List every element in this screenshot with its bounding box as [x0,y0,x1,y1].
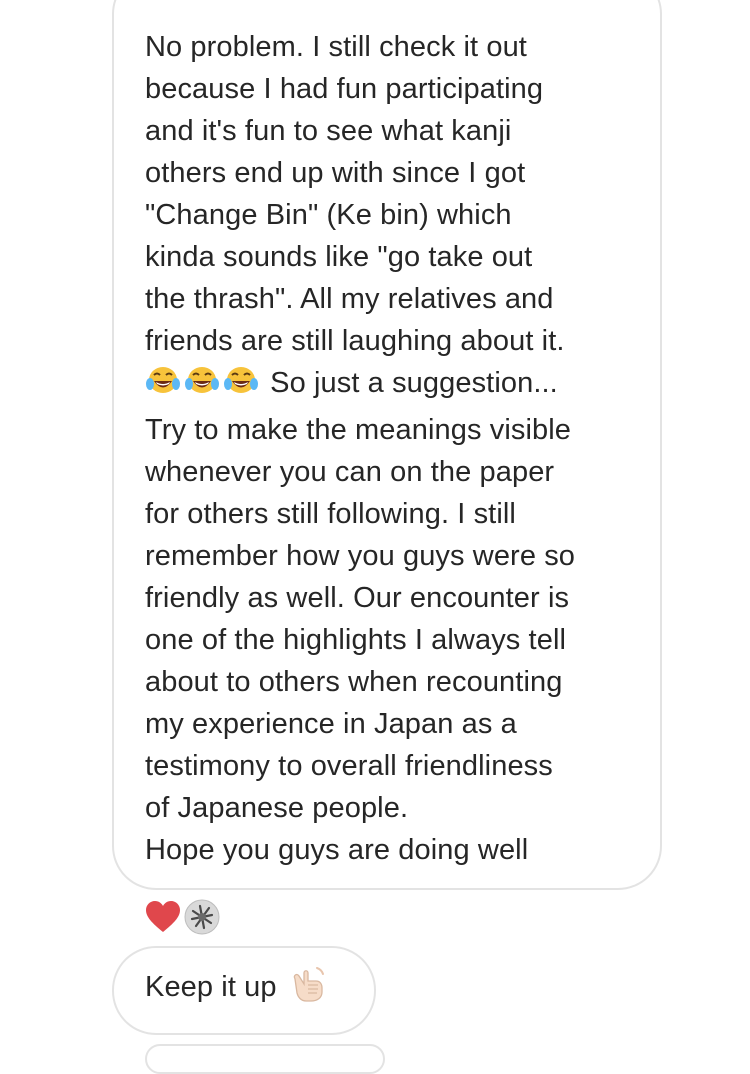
message-line-with-emoji: So just a suggestion... [145,362,632,409]
next-message-bubble-edge [145,1044,385,1074]
message-line-text: So just a suggestion... [270,367,558,399]
message-line: "Change Bin" (Ke bin) which [145,199,512,231]
message-line: because I had fun participating [145,73,544,105]
message-line: about to others when recounting [145,666,563,698]
message-reactions[interactable] [145,899,220,935]
message-line: friendly as well. Our encounter is [145,582,570,614]
message-bubble-long[interactable]: No problem. I still check it out because… [112,0,662,890]
message-line: for others still following. I still [145,498,516,530]
message-line: my experience in Japan as a [145,708,517,740]
message-bubble-short[interactable]: Keep it up [112,946,376,1035]
reactor-avatar[interactable] [184,899,220,935]
message-line-with-emoji: Keep it up [145,943,327,1039]
red-heart-icon [146,901,180,932]
message-line: Hope you guys are doing well [145,834,529,866]
tears-of-joy-icon [184,365,220,409]
message-line: kinda sounds like "go take out [145,241,533,273]
tears-of-joy-icon [145,365,181,409]
message-line: Try to make the meanings visible [145,414,572,446]
message-line: No problem. I still check it out [145,31,527,63]
message-line: whenever you can on the paper [145,456,555,488]
message-line: and it's fun to see what kanji [145,115,512,147]
message-line: others end up with since I got [145,157,526,189]
message-line: friends are still laughing about it. [145,325,565,357]
tears-of-joy-icon [223,365,259,409]
message-thread: No problem. I still check it out because… [0,0,750,1074]
message-line: remember how you guys were so [145,540,576,572]
message-line: of Japanese people. [145,792,409,824]
call-me-hand-icon [289,950,327,1039]
message-line-text: Keep it up [145,970,277,1003]
message-line: testimony to overall friendliness [145,750,553,782]
message-line: one of the highlights I always tell [145,624,567,656]
message-line: the thrash". All my relatives and [145,283,554,315]
